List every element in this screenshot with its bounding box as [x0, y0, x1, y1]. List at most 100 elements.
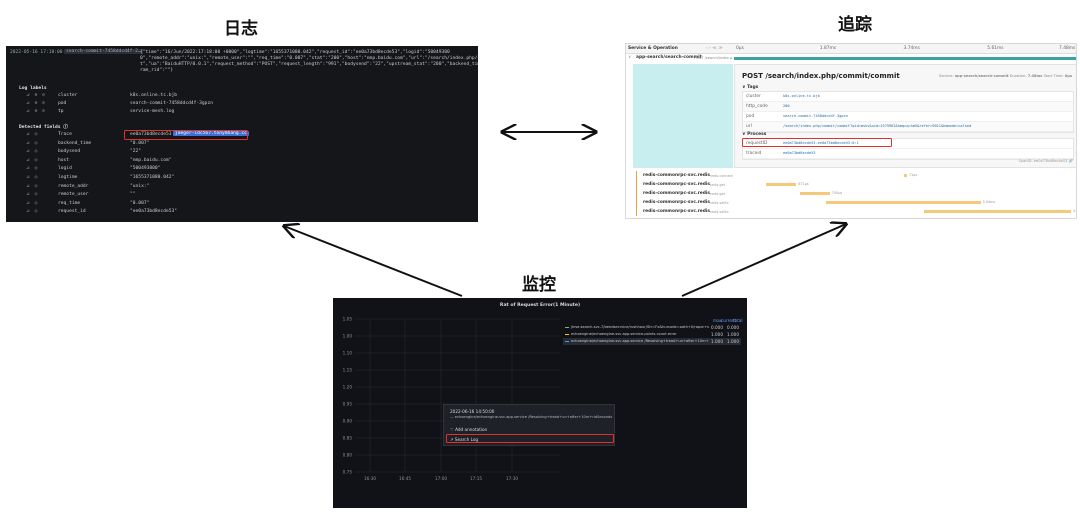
- child-span-row[interactable]: redis-commonrpc-svc.redis redis.setEx 3.44…: [626, 198, 1076, 207]
- legend-row[interactable]: echoengine/echoengine-svc.app.service /R…: [563, 338, 741, 345]
- field-icons[interactable]: ⊿ ◎: [26, 132, 38, 137]
- tag-value: 200: [783, 104, 790, 108]
- spanid-label: SpanID:: [1018, 159, 1033, 163]
- child-span-bar[interactable]: [923, 210, 1071, 213]
- detected-fields-header: Detected fields ⓘ: [19, 125, 68, 130]
- child-span-service[interactable]: redis-commonrpc-svc.redis: [643, 173, 710, 178]
- child-span-bar[interactable]: [903, 174, 907, 177]
- field-icons[interactable]: ⊿ ◎: [26, 141, 38, 146]
- log-label-row: ⊿ ⊕ ⊖ tp service-mesh.log: [6, 109, 478, 117]
- root-span-bar[interactable]: [734, 57, 1076, 60]
- legend-swatch: [565, 327, 569, 328]
- legend-col-total[interactable]: total: [733, 318, 743, 323]
- filter-icons[interactable]: ⊿ ⊕ ⊖: [26, 101, 46, 106]
- span-detail: POST /search/index.php/commit/commit Ser…: [734, 64, 1076, 168]
- field-key: remote_addr: [58, 183, 89, 189]
- field-value: "unix:": [130, 183, 150, 189]
- y-tick-label: 1.00: [343, 334, 353, 339]
- child-span-service[interactable]: redis-commonrpc-svc.redis: [643, 182, 710, 187]
- y-tick-label: 1.15: [343, 368, 353, 373]
- child-span-duration: 3.44ms: [982, 200, 996, 204]
- legend-swatch: [565, 334, 569, 335]
- filter-icons[interactable]: ⊿ ⊕ ⊖: [26, 109, 46, 114]
- span-indent: [636, 207, 637, 216]
- tags-header[interactable]: ∨ Tags: [742, 85, 758, 90]
- field-icons[interactable]: ⊿ ◎: [26, 192, 38, 197]
- tag-key: pod: [746, 114, 755, 119]
- x-tick-label: 17:15: [470, 476, 482, 481]
- tag-value: search-commit-7458ddcd4f-3gpzn: [783, 114, 848, 118]
- requestid-highlight: [742, 138, 892, 147]
- tag-key: http_code: [746, 104, 768, 109]
- child-span-op: redis.get: [710, 191, 725, 196]
- monitor-to-log-arrow: [284, 226, 463, 297]
- child-span-service[interactable]: redis-commonrpc-svc.redis: [643, 200, 710, 205]
- child-span-duration: 71μs: [908, 173, 918, 177]
- trace-tick-label: 7.48ms: [1059, 46, 1076, 51]
- filter-icons[interactable]: ⊿ ⊕ ⊖: [26, 93, 46, 98]
- link-icon[interactable]: 🔗: [1069, 159, 1073, 163]
- legend-max: 0.000: [711, 325, 723, 330]
- y-tick-label: 1.10: [343, 351, 353, 356]
- legend-current: 1.000: [727, 332, 739, 337]
- trace-tick-label: 0μs: [736, 46, 744, 51]
- log-field-row: ⊿ ◎ host "nmp.baidu.com": [6, 158, 478, 166]
- legend-max: 1.000: [711, 332, 723, 337]
- annotation-icon: ♡: [450, 427, 454, 432]
- child-span-bar[interactable]: [826, 201, 981, 204]
- field-icons[interactable]: ⊿ ◎: [26, 166, 38, 171]
- field-key: bodysend: [58, 149, 81, 155]
- child-span-service[interactable]: redis-commonrpc-svc.redis: [643, 191, 710, 196]
- child-span-bar[interactable]: [799, 192, 830, 195]
- label-key: pod: [58, 101, 67, 106]
- child-span-op: redis.setEx: [710, 200, 729, 205]
- child-span-row[interactable]: redis-commonrpc-svc.redis redis.get 700μs: [626, 189, 1076, 198]
- label-key: cluster: [58, 93, 78, 98]
- field-key: request_id: [58, 209, 86, 215]
- child-span-row[interactable]: redis-commonrpc-svc.redis redis.get 671μs: [626, 180, 1076, 189]
- field-icons[interactable]: ⊿ ◎: [26, 184, 38, 189]
- add-annotation-item[interactable]: ♡ Add annotation: [450, 427, 487, 432]
- field-value: "nmp.baidu.com": [130, 157, 172, 163]
- trace-tick-label: 3.74ms: [903, 46, 920, 51]
- log-field-row: ⊿ ◎ bodysend "22": [6, 149, 478, 157]
- field-icons[interactable]: ⊿ ◎: [26, 209, 38, 214]
- process-value[interactable]: ee0a73bd8ecde53: [783, 151, 815, 155]
- field-icons[interactable]: ⊿ ◎: [26, 175, 38, 180]
- log-field-row: ⊿ ◎ remote_user "": [6, 192, 478, 200]
- expand-icon[interactable]: ∨: [628, 55, 631, 60]
- child-span-bar[interactable]: [766, 183, 797, 186]
- field-value: "1655371080.042": [130, 175, 175, 180]
- y-tick-label: 1.05: [343, 317, 353, 322]
- trace-collapse-icons[interactable]: ‹ › ≪ ≫: [706, 46, 723, 51]
- span-indent: [636, 171, 637, 180]
- legend-name: echoengine/echoengine-svc.app.service.po…: [571, 332, 677, 336]
- legend-row[interactable]: echoengine/echoengine-svc.app.service.po…: [563, 331, 741, 338]
- field-icons[interactable]: ⊿ ◎: [26, 201, 38, 206]
- x-tick-label: 16:45: [399, 476, 411, 481]
- field-value: "22": [130, 149, 142, 155]
- field-icons[interactable]: ⊿ ◎: [26, 158, 38, 163]
- trace-header-service: Service & Operation: [628, 46, 678, 51]
- service-label: Service:: [939, 74, 954, 78]
- label-value: service-mesh.log: [130, 109, 175, 114]
- y-tick-label: 0.90: [343, 419, 353, 424]
- log-field-row: ⊿ ◎ request_id "ee0a73bd8ecde53": [6, 209, 478, 217]
- field-icons[interactable]: ⊿ ◎: [26, 149, 38, 154]
- log-json-line: t","ua":"BaiduHTTP/0.0.1","request_metho…: [140, 62, 478, 67]
- span-indent: [636, 198, 637, 207]
- tag-row: url/search/index.php/commit/commit?qid=m…: [743, 122, 1073, 132]
- child-span-service[interactable]: redis-commonrpc-svc.redis: [643, 209, 710, 214]
- spanid-value[interactable]: ee0a73bd8ecde53: [1034, 159, 1068, 163]
- root-span-service[interactable]: app-search/search-commit: [636, 55, 702, 60]
- child-span-row[interactable]: redis-commonrpc-svc.redisredis.setEx 3.29…: [626, 207, 1076, 216]
- process-header[interactable]: ∨ Process: [742, 132, 766, 137]
- child-span-duration: 3.29ms: [1073, 209, 1077, 213]
- legend-row[interactable]: jinse.search-svc-7/bendsecrvice/rushhour…: [563, 324, 741, 331]
- tag-row: pod search-commit-7458ddcd4f-3gpzn: [743, 112, 1073, 122]
- child-span-row[interactable]: redis-commonrpc-svc.redis redis.connect 71…: [626, 171, 1076, 180]
- label-value: k8s.online.tc.bjb: [130, 93, 178, 98]
- child-span-op: redis.connect: [710, 173, 733, 178]
- log-field-row: ⊿ ◎ logid "500493800": [6, 166, 478, 174]
- service-value: app-search/search-commit: [954, 74, 1009, 78]
